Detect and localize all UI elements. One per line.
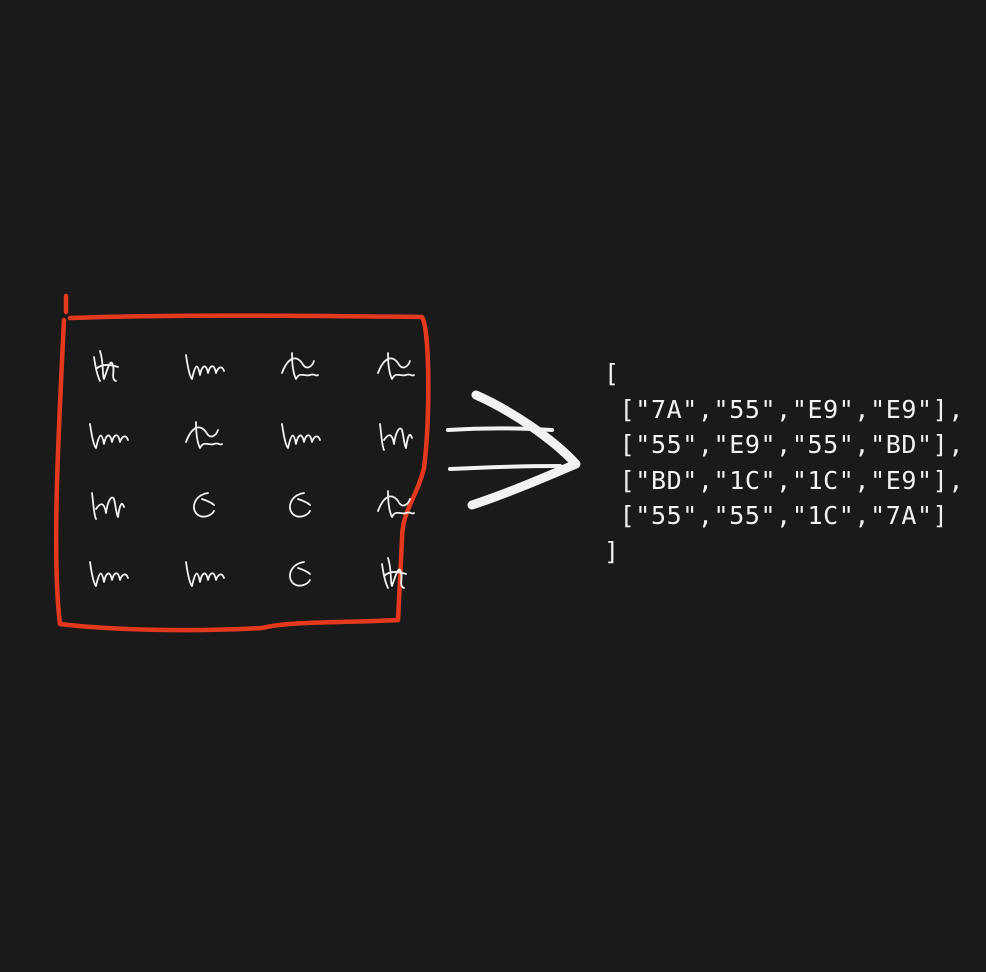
code-line: ["BD","1C","1C","E9"],	[604, 465, 964, 495]
code-line: ["7A","55","E9","E9"],	[604, 394, 964, 424]
handwritten-scribble-icon	[281, 423, 321, 449]
handwritten-scribble-icon	[93, 350, 119, 382]
handwritten-scribble-icon	[193, 492, 215, 518]
code-line: [	[604, 359, 620, 388]
handwritten-scribble-icon	[377, 352, 415, 380]
code-line: ]	[604, 536, 620, 566]
diagram-canvas: [ ["7A","55","E9","E9"], ["55","E9","55"…	[0, 0, 986, 972]
handwritten-scribble-icon	[289, 561, 311, 587]
scribble-grid	[89, 350, 415, 589]
handwritten-scribble-icon	[281, 352, 319, 380]
arrow-shaft-lower	[448, 464, 562, 471]
handwritten-scribble-icon	[379, 423, 413, 451]
handwritten-scribble-icon	[89, 561, 129, 587]
double-arrow-right-icon	[446, 390, 581, 510]
code-output: [ ["7A","55","E9","E9"], ["55","E9","55"…	[604, 356, 964, 569]
handwritten-scribble-icon	[89, 423, 129, 449]
arrow-head	[467, 390, 581, 510]
handwritten-scribble-icon	[185, 561, 225, 587]
handwritten-scribble-icon	[91, 492, 125, 520]
handwritten-scribble-icon	[185, 354, 225, 380]
code-line: ["55","55","1C","7A"]	[604, 501, 949, 530]
handwritten-scribble-icon	[185, 421, 223, 449]
code-line: ["55","E9","55","BD"],	[604, 430, 964, 459]
handwritten-scribble-icon	[289, 492, 311, 518]
